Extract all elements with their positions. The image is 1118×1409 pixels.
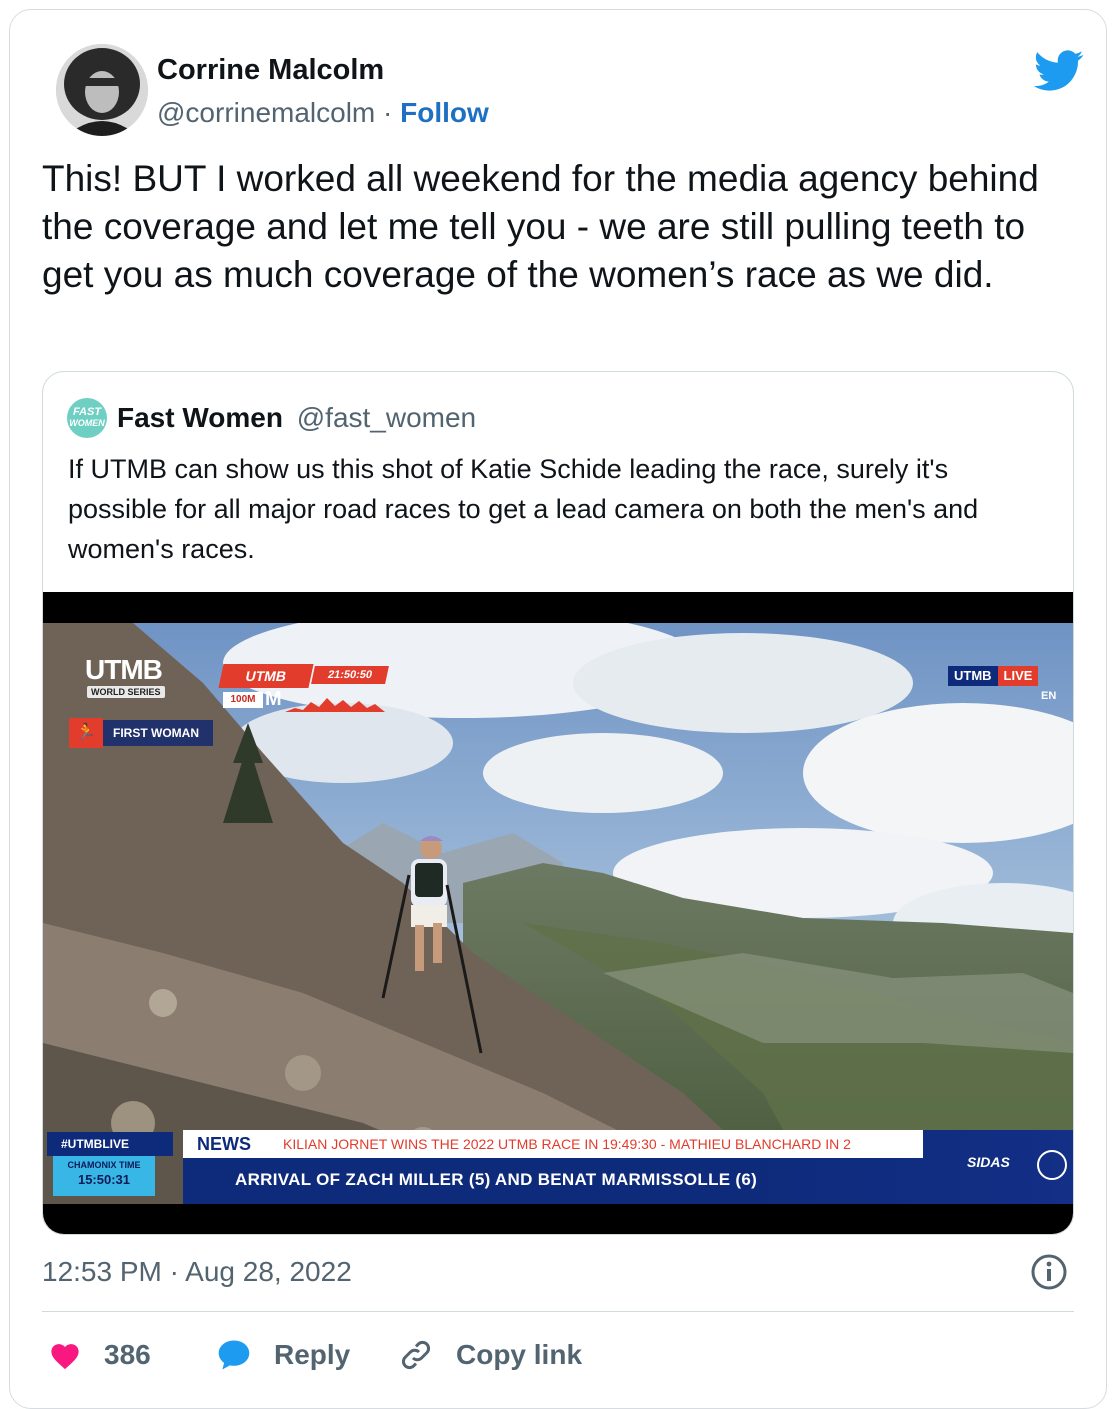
lower-third: #UTMBLIVE CHAMONIX TIME 15:50:31 NEWS KI…	[43, 1130, 1073, 1204]
chamonix-clock: CHAMONIX TIME 15:50:31	[53, 1156, 155, 1196]
video-player[interactable]: UTMB WORLD SERIES UTMB 21:50:50 100M M 🏃…	[43, 592, 1073, 1234]
live-brand: UTMB	[948, 666, 998, 686]
video-frame	[43, 623, 1073, 1204]
copy-link-label: Copy link	[456, 1339, 583, 1370]
live-badge: UTMB LIVE	[948, 666, 1039, 686]
reply-bubble-icon	[218, 1340, 250, 1370]
hashtag: #UTMBLIVE	[47, 1132, 173, 1156]
quoted-avatar-text-1: FAST	[72, 406, 102, 418]
twitter-bird-icon[interactable]	[1034, 50, 1084, 92]
author-name[interactable]: Corrine Malcolm	[157, 54, 384, 87]
race-distance: 100M	[223, 692, 263, 708]
link-icon	[402, 1341, 430, 1369]
quoted-author-handle[interactable]: @fast_women	[297, 402, 476, 433]
utmb-world-series: WORLD SERIES	[87, 686, 165, 698]
runner-icon: 🏃	[69, 718, 103, 748]
clock-label: CHAMONIX TIME	[67, 1160, 141, 1170]
race-name: UTMB	[218, 664, 314, 688]
clock-time: 15:50:31	[77, 1172, 131, 1187]
reply-label: Reply	[274, 1339, 351, 1370]
author-avatar[interactable]	[56, 44, 148, 136]
news-label: NEWS	[197, 1134, 251, 1154]
news-headline: ARRIVAL OF ZACH MILLER (5) AND BENAT MAR…	[235, 1170, 758, 1189]
tweet-timestamp[interactable]: 12:53 PM · Aug 28, 2022	[42, 1256, 352, 1288]
like-count: 386	[104, 1339, 151, 1370]
race-letter: M	[265, 688, 282, 710]
quoted-avatar[interactable]: FAST WOMEN	[67, 398, 107, 438]
follow-link[interactable]: Follow	[400, 97, 489, 128]
action-bar: 386 Reply Copy link	[42, 1330, 1074, 1380]
quoted-author-row: Fast Women @fast_women	[117, 402, 476, 434]
utmb-logo: UTMB	[85, 654, 163, 685]
first-woman-badge: 🏃 FIRST WOMAN	[69, 718, 213, 748]
race-overlay: UTMB 21:50:50 100M M	[218, 664, 391, 714]
reply-button[interactable]: Reply	[216, 1330, 350, 1380]
ticker: NEWS KILIAN JORNET WINS THE 2022 UTMB RA…	[183, 1130, 923, 1158]
first-woman-label: FIRST WOMAN	[103, 720, 213, 746]
live-label: LIVE	[997, 666, 1039, 686]
elevation-profile-icon	[285, 698, 385, 712]
tweet-text: This! BUT I worked all weekend for the m…	[42, 158, 1039, 295]
news-bar: NEWS KILIAN JORNET WINS THE 2022 UTMB RA…	[183, 1130, 1073, 1204]
quoted-avatar-text-2: WOMEN	[69, 418, 105, 428]
race-time: 21:50:50	[311, 666, 389, 684]
author-handle[interactable]: @corrinemalcolm	[157, 97, 375, 128]
info-icon[interactable]	[1030, 1253, 1068, 1291]
quoted-tweet[interactable]: FAST WOMEN Fast Women @fast_women If UTM…	[42, 371, 1074, 1235]
heart-icon	[51, 1344, 79, 1370]
quoted-author-name[interactable]: Fast Women	[117, 402, 283, 433]
author-handle-row: @corrinemalcolm · Follow	[157, 97, 489, 129]
divider	[42, 1311, 1074, 1312]
ticker-text: KILIAN JORNET WINS THE 2022 UTMB RACE IN…	[283, 1136, 851, 1152]
live-language: EN	[1041, 690, 1057, 702]
copy-link-button[interactable]: Copy link	[398, 1330, 582, 1380]
sponsor-name: SIDAS	[967, 1154, 1010, 1170]
handle-separator: ·	[383, 97, 393, 128]
like-button[interactable]: 386	[48, 1330, 151, 1380]
quoted-text: If UTMB can show us this shot of Katie S…	[68, 454, 979, 564]
sponsor-logo-icon	[1037, 1150, 1067, 1180]
